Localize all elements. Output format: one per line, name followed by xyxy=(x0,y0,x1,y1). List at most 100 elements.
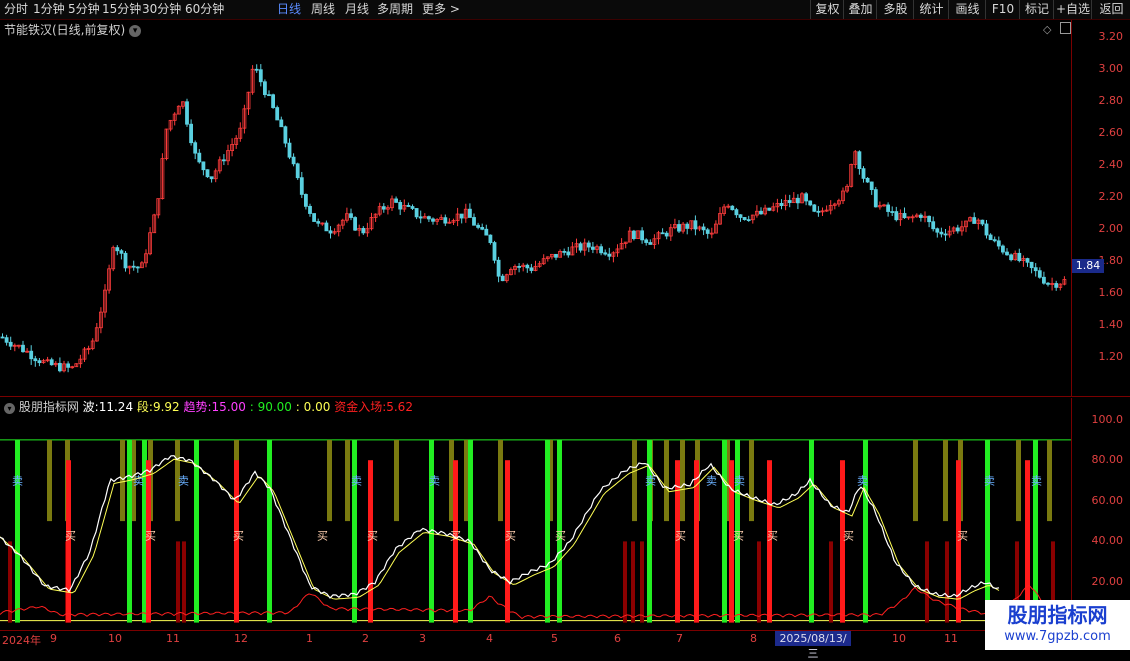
candle-body xyxy=(685,223,690,229)
candle-body xyxy=(988,234,993,241)
buy-marker: 买 xyxy=(675,529,686,542)
period-tab-multi[interactable]: 多周期 xyxy=(377,1,413,18)
candle-body xyxy=(701,226,706,231)
buy-marker: 买 xyxy=(367,529,378,542)
candle-body xyxy=(890,211,895,213)
date-tick-label: 10 xyxy=(892,632,906,645)
period-tab-1min[interactable]: 1分钟 xyxy=(33,1,65,18)
candle-body xyxy=(381,206,386,210)
period-tab-60min[interactable]: 60分钟 xyxy=(185,1,224,18)
date-tick-label: 9 xyxy=(50,632,57,645)
candle-body xyxy=(566,251,571,256)
olive-signal-bar xyxy=(913,439,918,522)
sell-marker: 卖 xyxy=(857,475,868,488)
candle-body xyxy=(705,229,710,234)
olive-signal-bar xyxy=(327,439,332,522)
buy-zone-bar xyxy=(809,439,814,623)
candle-body xyxy=(123,252,128,269)
candle-body xyxy=(115,247,120,252)
candle-body xyxy=(406,204,411,207)
statistics-button[interactable]: 统计 xyxy=(913,0,949,19)
pane-divider[interactable] xyxy=(0,396,1130,397)
candle-body xyxy=(312,213,317,222)
draw-line-button[interactable]: 画线 xyxy=(948,0,986,19)
date-tick-label: 1 xyxy=(306,632,313,645)
period-tab-15min[interactable]: 15分钟 xyxy=(102,1,141,18)
candle-body xyxy=(632,230,636,239)
candle-body xyxy=(1033,267,1038,272)
candle-body xyxy=(197,152,202,163)
candle-body xyxy=(599,246,603,254)
candle-body xyxy=(418,216,423,219)
darkred-signal-bar xyxy=(757,541,761,623)
f10-button[interactable]: F10 xyxy=(985,0,1020,19)
period-tab-daily[interactable]: 日线 xyxy=(277,1,301,18)
indicator-tick-label: 40.00 xyxy=(1091,534,1124,548)
candle-body xyxy=(492,242,497,261)
candle-body xyxy=(295,163,300,179)
buy-zone-bar xyxy=(15,439,20,623)
indicator-tick-label: 100.0 xyxy=(1091,412,1124,426)
date-tick-label: 4 xyxy=(486,632,493,645)
candle-body xyxy=(410,206,415,209)
price-tick-label: 2.20 xyxy=(1098,190,1124,203)
candle-body xyxy=(865,177,870,183)
last-price-tag: 1.84 xyxy=(1072,259,1104,273)
candle-body xyxy=(496,259,501,277)
watermark-url: www.7gpzb.com xyxy=(1004,629,1111,644)
sell-marker: 卖 xyxy=(12,475,23,488)
candlestick-chart[interactable] xyxy=(0,20,1071,396)
candle-body xyxy=(328,230,333,234)
restore-rights-button[interactable]: 复权 xyxy=(810,0,844,19)
candle-body xyxy=(1054,283,1059,288)
buy-marker: 买 xyxy=(843,529,854,542)
sell-marker: 卖 xyxy=(429,475,440,488)
candle-body xyxy=(693,220,698,230)
olive-signal-bar xyxy=(749,439,754,522)
buy-marker: 买 xyxy=(233,529,244,542)
period-tab-30min[interactable]: 30分钟 xyxy=(142,1,181,18)
sell-marker: 卖 xyxy=(351,475,362,488)
candle-body xyxy=(640,230,644,241)
candle-body xyxy=(808,200,813,206)
period-tab-monthly[interactable]: 月线 xyxy=(345,1,369,18)
indicator-axis: 100.0 80.00 60.00 40.00 20.00 xyxy=(1071,398,1130,630)
mark-button[interactable]: 标记 xyxy=(1019,0,1054,19)
buy-zone-bar xyxy=(722,439,727,623)
date-tick-label: 11 xyxy=(166,632,180,645)
candle-body xyxy=(902,213,907,219)
multi-stock-button[interactable]: 多股 xyxy=(876,0,914,19)
candle-body xyxy=(500,275,505,282)
candle-body xyxy=(287,142,292,158)
back-button[interactable]: 返回 xyxy=(1091,0,1130,19)
candle-body xyxy=(927,215,931,223)
candle-body xyxy=(738,214,743,218)
candle-body xyxy=(271,94,276,108)
candle-body xyxy=(119,250,124,254)
sell-zone-bar xyxy=(1025,460,1030,623)
period-tab-timeshare[interactable]: 分时 xyxy=(4,1,28,18)
candle-body xyxy=(394,198,399,203)
candle-body xyxy=(984,223,989,236)
indicator-tick-label: 80.00 xyxy=(1091,453,1124,467)
candle-body xyxy=(205,169,210,178)
candle-body xyxy=(472,217,476,226)
indicator-chart[interactable]: 卖卖卖卖卖卖卖卖卖卖卖买买买买买买买买买买买买买 xyxy=(0,398,1071,630)
buy-marker: 买 xyxy=(65,529,76,542)
date-tick-label: 10 xyxy=(108,632,122,645)
period-tab-more[interactable]: 更多 > xyxy=(422,1,460,18)
olive-signal-bar xyxy=(1016,439,1021,522)
candle-body xyxy=(562,251,567,253)
overlay-button[interactable]: 叠加 xyxy=(843,0,877,19)
sell-marker: 卖 xyxy=(734,475,745,488)
candle-body xyxy=(1005,251,1009,256)
candle-body xyxy=(201,161,206,171)
period-tab-5min[interactable]: 5分钟 xyxy=(68,1,100,18)
candle-body xyxy=(529,267,534,271)
period-tab-weekly[interactable]: 周线 xyxy=(311,1,335,18)
date-tick-label: 7 xyxy=(676,632,683,645)
price-tick-label: 1.60 xyxy=(1098,286,1124,299)
candle-body xyxy=(1025,258,1030,263)
candle-body xyxy=(644,239,649,243)
add-watchlist-button[interactable]: +自选 xyxy=(1053,0,1092,19)
